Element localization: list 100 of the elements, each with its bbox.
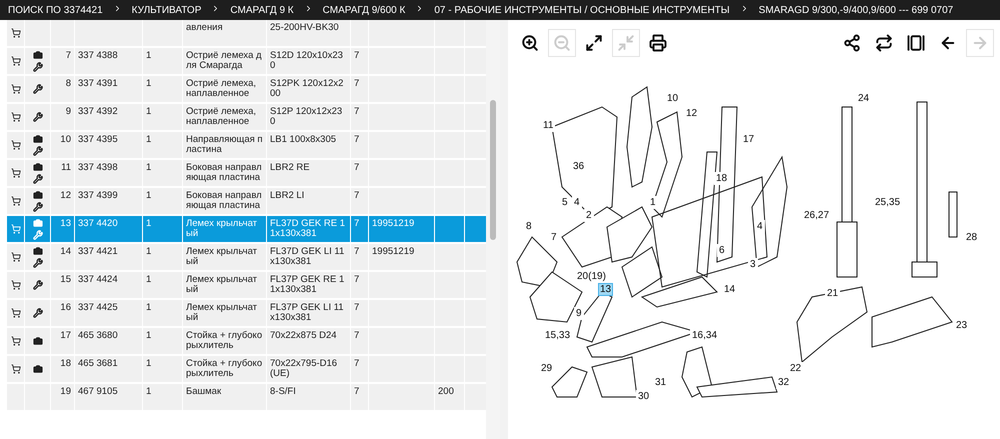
type-text: LB1 100x8x305 — [270, 134, 336, 145]
callout-number[interactable]: 13 — [598, 283, 614, 296]
wrench-icon[interactable] — [32, 258, 42, 268]
cart-icon[interactable] — [10, 140, 20, 150]
position-text: 16 — [60, 302, 71, 313]
parts-table-row[interactable]: 14 337 4421 1 Лемех крыльчатый FL37D GEK LI 11x130x381 7 19951219 — [7, 244, 486, 272]
cart-icon[interactable] — [10, 308, 20, 318]
zoom-in-icon[interactable] — [521, 34, 539, 52]
quantity-text: 1 — [146, 330, 152, 341]
part-number-text: 465 3681 — [78, 358, 118, 369]
quantity-text: 1 — [146, 302, 152, 313]
part-number-text: 465 3680 — [78, 330, 118, 341]
parts-table-row[interactable]: 10 337 4395 1 Направляющая пластина LB1 100x8x305 7 — [7, 132, 486, 160]
camera-icon[interactable] — [32, 246, 42, 256]
cart-icon[interactable] — [10, 196, 20, 206]
wrench-icon[interactable] — [32, 146, 42, 156]
camera-icon[interactable] — [32, 336, 42, 346]
callout-number[interactable]: 15,33 — [543, 329, 572, 342]
callout-number[interactable]: 16,34 — [690, 329, 720, 342]
callout-number[interactable]: 6 — [717, 244, 727, 257]
repeat-icon[interactable] — [875, 34, 893, 52]
parts-table-row[interactable]: 7 337 4388 1 Остриё лемеха для Смарагда S12D 120x10x230 7 — [7, 48, 486, 76]
position-text: 11 — [61, 162, 71, 173]
callout-number[interactable]: 20(19) — [575, 270, 608, 283]
wrench-icon[interactable] — [32, 84, 42, 94]
wrench-icon[interactable] — [32, 280, 42, 290]
wrench-icon[interactable] — [32, 308, 42, 318]
callout-number[interactable]: 18 — [714, 172, 730, 185]
cart-icon[interactable] — [10, 168, 20, 178]
type-text: LBR2 LI — [270, 190, 304, 201]
callout-number[interactable]: 1 — [648, 196, 658, 209]
parts-table-row[interactable]: 18 465 3681 1 Стойка + глубокорыхлитель 70x22x795-D16 (UE) 7 — [7, 356, 486, 384]
camera-icon[interactable] — [32, 162, 42, 172]
callout-number[interactable]: 9 — [574, 307, 584, 320]
cart-icon[interactable] — [10, 28, 20, 38]
wrench-icon[interactable] — [32, 202, 42, 212]
description-text: Лемех крыльчатый — [186, 274, 258, 295]
camera-icon[interactable] — [32, 134, 42, 144]
parts-table-row[interactable]: 8 337 4391 1 Остриё лемеха, наплавленное S12PK 120x12x200 7 — [7, 76, 486, 104]
breadcrumb-link[interactable]: 07 - РАБОЧИЕ ИНСТРУМЕНТЫ / ОСНОВНЫЕ ИНСТРУМЕНТЫ — [434, 4, 730, 16]
callout-number[interactable]: 11 — [541, 119, 556, 132]
description-text: Остриё лемеха, наплавленное — [186, 106, 256, 127]
quantity-text: 1 — [146, 162, 152, 173]
parts-table-row[interactable]: авления 25-200HV-BK30 — [7, 20, 486, 48]
cart-icon[interactable] — [10, 280, 20, 290]
table-cell: 7 — [354, 106, 360, 117]
callout-number[interactable]: 25,35 — [873, 196, 902, 209]
parts-table-row[interactable]: 9 337 4392 1 Остриё лемеха, наплавленное S12P 120x12x230 7 — [7, 104, 486, 132]
scrollbar[interactable] — [486, 20, 500, 439]
parts-table-row[interactable]: 19 467 9105 1 Башмак 8-S/FI 7 200 — [7, 384, 486, 412]
type-text: FL37D GEK LI 11x130x381 — [270, 246, 344, 267]
callout-number[interactable]: 4 — [572, 196, 582, 209]
callout-number[interactable]: 3 — [748, 258, 758, 271]
cart-icon[interactable] — [10, 84, 20, 94]
part-number-text: 337 4388 — [78, 50, 118, 61]
expand-icon[interactable] — [585, 34, 603, 52]
callout-number[interactable]: 2 — [584, 209, 594, 222]
table-cell: 19951219 — [372, 218, 414, 229]
table-cell: 7 — [354, 302, 360, 313]
carousel-icon[interactable] — [907, 34, 925, 52]
cart-icon[interactable] — [10, 364, 20, 374]
parts-table-row[interactable]: 15 337 4424 1 Лемех крыльчатый FL37P GEK RE 11x130x381 7 — [7, 272, 486, 300]
cart-icon[interactable] — [10, 56, 20, 66]
callout-number[interactable]: 32 — [776, 376, 792, 389]
table-cell: 7 — [354, 274, 360, 285]
type-text: FL37P GEK RE 11x130x381 — [270, 274, 344, 295]
cart-icon[interactable] — [10, 112, 20, 122]
wrench-icon[interactable] — [32, 62, 42, 72]
table-cell: 7 — [354, 134, 360, 145]
quantity-text: 1 — [146, 106, 152, 117]
parts-table-row[interactable]: 16 337 4425 1 Лемех крыльчатый FL37P GEK LI 11x130x381 7 — [7, 300, 486, 328]
share-icon[interactable] — [843, 34, 861, 52]
breadcrumb-link[interactable]: SMARAGD 9/300,-9/400,9/600 --- 699 0707 — [758, 4, 954, 16]
cart-icon[interactable] — [10, 252, 20, 262]
quantity-text: 1 — [146, 78, 152, 89]
position-text: 15 — [60, 274, 71, 285]
parts-table-row[interactable]: 11 337 4398 1 Боковая направляющая пластина LBR2 RE 7 — [7, 160, 486, 188]
breadcrumb-link[interactable]: ПОИСК ПО 3374421 — [8, 4, 103, 16]
wrench-icon[interactable] — [32, 112, 42, 122]
part-number-text: 337 4391 — [78, 78, 118, 89]
camera-icon[interactable] — [32, 190, 42, 200]
parts-table-row[interactable]: 12 337 4399 1 Боковая направляющая пластина LBR2 LI 7 — [7, 188, 486, 216]
quantity-text: 1 — [146, 358, 152, 369]
description-text: Боковая направляющая пластина — [186, 162, 262, 183]
parts-table-row[interactable]: 17 465 3680 1 Стойка + глубокорыхлитель 70x22x875 D24 7 — [7, 328, 486, 356]
cart-icon[interactable] — [10, 336, 20, 346]
table-cell: 7 — [354, 358, 360, 369]
type-text: FL37D GEK RE 11x130x381 — [270, 218, 345, 239]
camera-icon[interactable] — [32, 364, 42, 374]
breadcrumb-link[interactable]: КУЛЬТИВАТОР — [132, 4, 202, 16]
wrench-icon[interactable] — [32, 174, 42, 184]
position-text: 8 — [66, 78, 71, 89]
printer-icon[interactable] — [649, 34, 667, 52]
table-cell: 200 — [438, 386, 454, 397]
description-text: Остриё лемеха, наплавленное — [186, 78, 256, 99]
camera-icon[interactable] — [32, 50, 42, 60]
callout-number[interactable]: 26,27 — [802, 209, 832, 222]
breadcrumb-link[interactable]: СМАРАГД 9/600 К — [322, 4, 406, 16]
description-text: Стойка + глубокорыхлитель — [186, 358, 262, 379]
breadcrumb-link[interactable]: СМАРАГД 9 К — [230, 4, 294, 16]
